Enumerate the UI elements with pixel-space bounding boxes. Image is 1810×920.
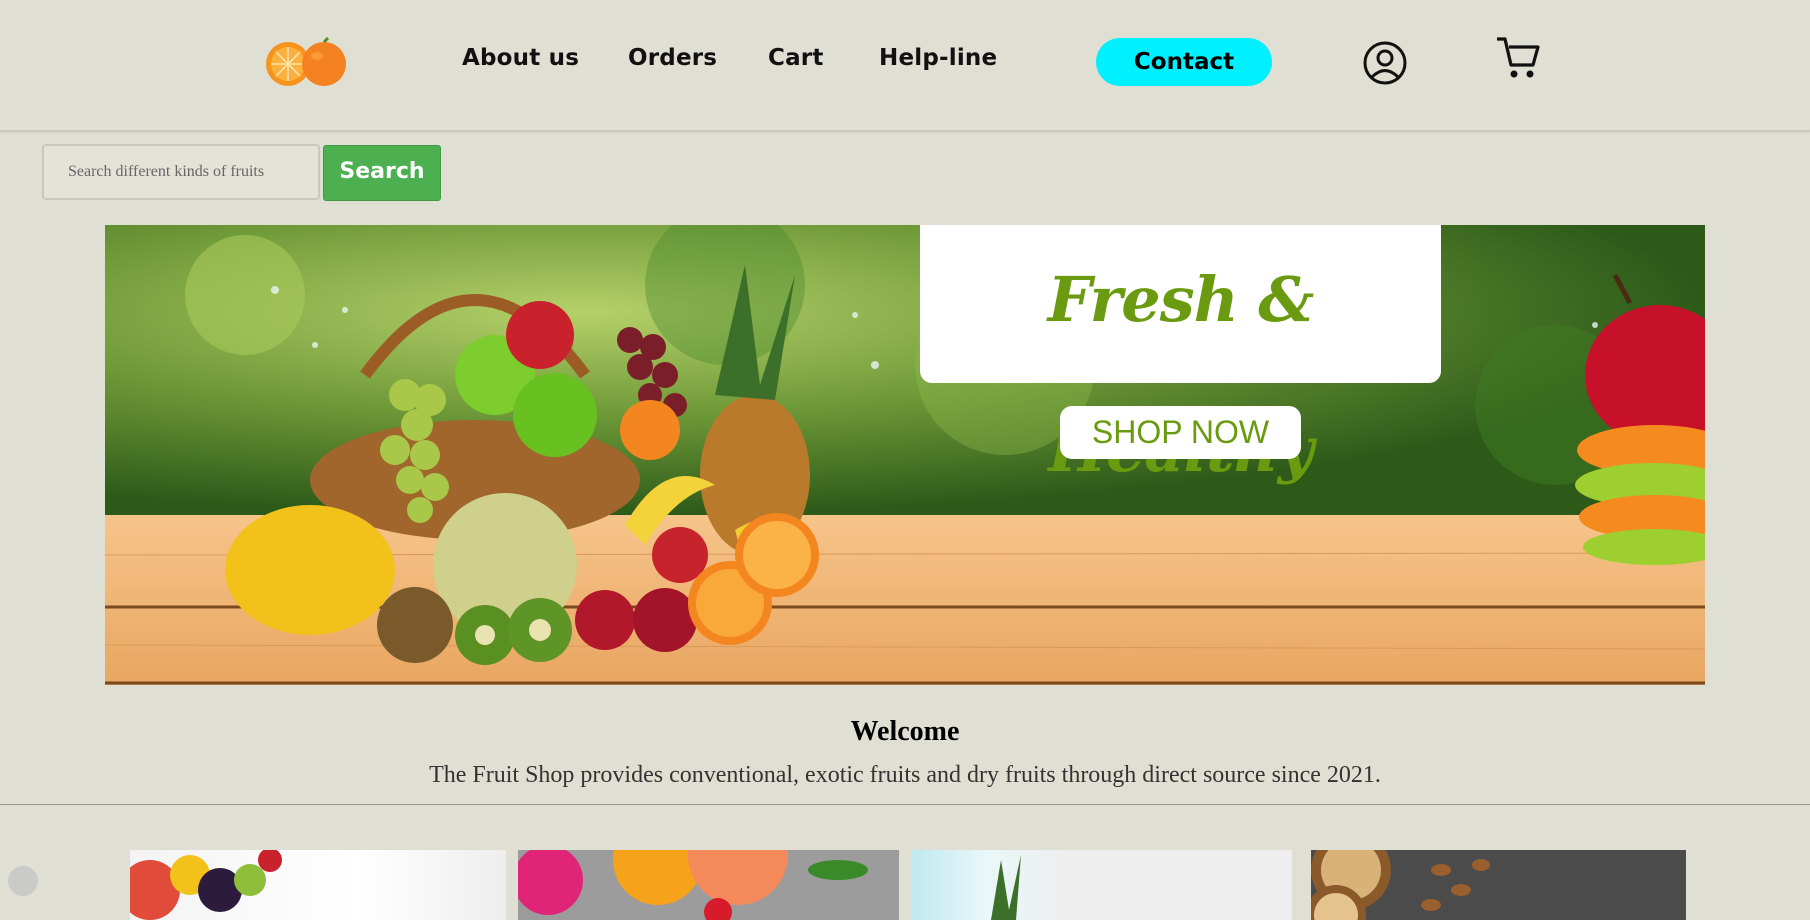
nav-cart[interactable]: Cart <box>768 45 824 71</box>
section-divider <box>0 804 1810 805</box>
hero-banner: Fresh & Healthy SHOP NOW <box>105 225 1705 685</box>
nav-help-line[interactable]: Help-line <box>879 45 997 71</box>
search-input[interactable] <box>42 144 320 200</box>
nav-about-us[interactable]: About us <box>462 45 579 71</box>
shop-now-button[interactable]: SHOP NOW <box>1060 406 1301 459</box>
fruit-bowl-image <box>130 850 282 920</box>
welcome-text: The Fruit Shop provides conventional, ex… <box>429 762 1381 788</box>
exotic-fruits-image <box>518 850 899 920</box>
welcome-title: Welcome <box>850 716 960 747</box>
site-header: About us Orders Cart Help-line Contact <box>0 0 1810 132</box>
headline-box: Fresh & Healthy <box>920 225 1441 486</box>
fruit-banner-image <box>105 225 1705 685</box>
product-tile-pineapple[interactable] <box>911 850 1292 920</box>
nav-orders[interactable]: Orders <box>628 45 717 71</box>
product-tile-exotic[interactable] <box>518 850 899 920</box>
shopping-cart-icon[interactable] <box>1494 34 1544 84</box>
product-tile-dry-fruits[interactable] <box>1311 850 1686 920</box>
banner-headline: Fresh & Healthy <box>1047 263 1315 486</box>
dry-fruits-image <box>1311 850 1490 920</box>
accessibility-widget-icon[interactable] <box>8 866 38 896</box>
orange-logo-icon[interactable] <box>262 34 352 90</box>
pineapple-image <box>991 855 1021 920</box>
user-circle-icon[interactable] <box>1362 40 1408 86</box>
search-button[interactable]: Search <box>323 145 441 201</box>
product-tile-fruits[interactable] <box>130 850 506 920</box>
contact-button[interactable]: Contact <box>1096 38 1272 86</box>
